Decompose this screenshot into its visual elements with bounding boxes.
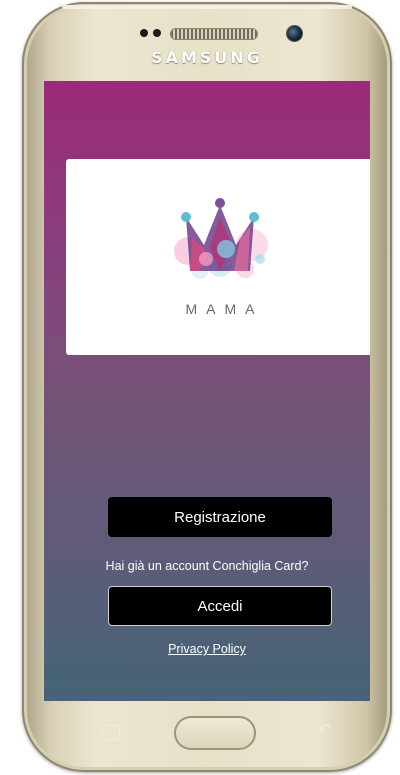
- privacy-policy-link[interactable]: Privacy Policy: [44, 642, 370, 656]
- sensor-dot: [140, 29, 148, 37]
- login-button[interactable]: Accedi: [108, 586, 332, 626]
- app-screen: MAMA Registrazione Hai già un account Co…: [44, 81, 370, 701]
- proximity-sensors: [140, 29, 161, 37]
- register-button[interactable]: Registrazione: [108, 497, 332, 537]
- account-prompt: Hai già un account Conchiglia Card?: [105, 559, 309, 573]
- device-brand: SAMSUNG: [151, 48, 263, 67]
- logo-text: MAMA: [185, 301, 264, 317]
- earpiece-speaker: [170, 28, 258, 40]
- logo-card: MAMA: [66, 159, 370, 355]
- front-camera-icon: [286, 25, 303, 42]
- home-button[interactable]: [174, 716, 256, 750]
- crown-icon: [174, 198, 268, 279]
- back-icon[interactable]: ↶: [318, 720, 331, 740]
- phone-top-edge: [62, 5, 352, 9]
- sensor-dot: [153, 29, 161, 37]
- recent-apps-icon[interactable]: [102, 725, 120, 740]
- phone-frame: SAMSUNG MAMA Registrazione Hai già un ac…: [22, 2, 392, 772]
